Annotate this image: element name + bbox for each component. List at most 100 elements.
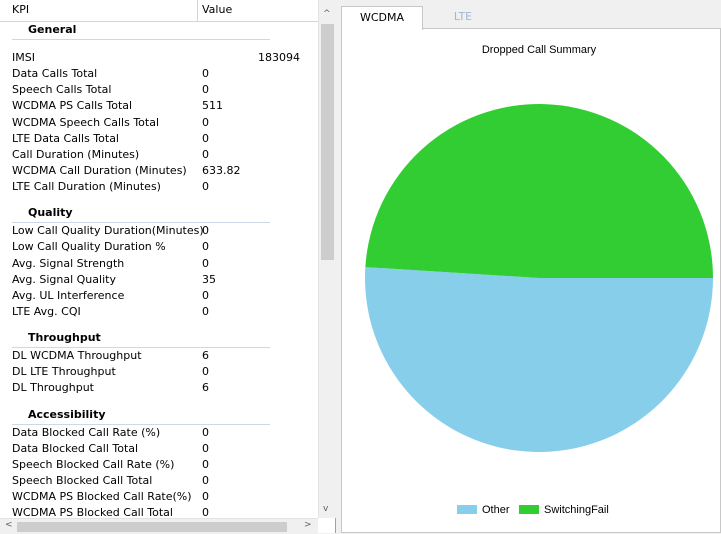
table-row[interactable]: LTE Call Duration (Minutes) 0	[0, 179, 318, 195]
table-row[interactable]: Avg. Signal Strength 0	[0, 256, 318, 272]
group-header[interactable]: Throughput	[0, 330, 318, 349]
table-row[interactable]: Avg. Signal Quality 35	[0, 272, 318, 288]
kpi-table-body: General IMSI 183094 Data Calls Total 0 Speech…	[0, 22, 318, 518]
table-row[interactable]: WCDMA PS Blocked Call Total 0	[0, 505, 318, 518]
table-row[interactable]: LTE Avg. CQI 0	[0, 304, 318, 320]
kpi-value: 0	[202, 115, 209, 129]
table-row[interactable]: Low Call Quality Duration(Minutes) 0	[0, 223, 318, 239]
kpi-name: IMSI	[12, 51, 35, 64]
kpi-name: Low Call Quality Duration %	[12, 240, 166, 254]
kpi-name: LTE Data Calls Total	[12, 131, 119, 145]
kpi-value: 0	[202, 304, 209, 318]
kpi-name: Low Call Quality Duration(Minutes)	[12, 224, 204, 238]
table-row[interactable]: Data Calls Total 0	[0, 66, 318, 82]
kpi-name: Avg. Signal Strength	[12, 256, 125, 270]
value-header-label: Value	[202, 3, 233, 16]
kpi-value: 0	[202, 256, 209, 270]
kpi-value: 6	[202, 349, 209, 363]
kpi-header-label: KPI	[12, 3, 30, 16]
kpi-name: Avg. UL Interference	[12, 288, 125, 302]
scroll-right-icon[interactable]: >	[304, 520, 312, 530]
table-row[interactable]: Data Blocked Call Rate (%) 0	[0, 425, 318, 441]
scroll-up-icon[interactable]: ^	[323, 9, 331, 19]
kpi-name: DL Throughput	[12, 381, 94, 395]
dropped-call-pie-chart: Dropped Call Summary Other SwitchingFail	[365, 44, 713, 516]
vertical-scroll-thumb[interactable]	[321, 24, 334, 260]
kpi-name: LTE Call Duration (Minutes)	[12, 180, 161, 194]
kpi-value: 0	[202, 67, 209, 81]
kpi-table-header: KPI Value	[0, 0, 318, 22]
kpi-value: 511	[202, 99, 223, 113]
group-title: Quality	[28, 206, 73, 220]
kpi-value: 0	[202, 441, 209, 455]
kpi-value: 0	[202, 506, 209, 518]
table-row[interactable]: Data Blocked Call Total 0	[0, 441, 318, 457]
value-column-header[interactable]: Value	[198, 0, 318, 21]
table-row[interactable]: Speech Blocked Call Total 0	[0, 473, 318, 489]
kpi-name: Speech Blocked Call Rate (%)	[12, 457, 175, 471]
kpi-name: Avg. Signal Quality	[12, 272, 116, 286]
table-row[interactable]: WCDMA PS Blocked Call Rate(%) 0	[0, 489, 318, 505]
group-title: Throughput	[28, 331, 101, 345]
group-divider	[12, 39, 270, 40]
table-row[interactable]: DL Throughput 6	[0, 380, 318, 396]
table-row[interactable]: Speech Blocked Call Rate (%) 0	[0, 457, 318, 473]
table-row[interactable]: WCDMA PS Calls Total 511	[0, 98, 318, 114]
table-row[interactable]: WCDMA Call Duration (Minutes) 633.82	[0, 163, 318, 179]
table-row[interactable]: Speech Calls Total 0	[0, 82, 318, 98]
kpi-value: 0	[202, 180, 209, 194]
kpi-name: Speech Calls Total	[12, 83, 112, 97]
pie-slice-other[interactable]	[365, 267, 713, 453]
table-row[interactable]: Avg. UL Interference 0	[0, 288, 318, 304]
table-row[interactable]: IMSI 183094	[0, 50, 318, 66]
kpi-name: DL WCDMA Throughput	[12, 349, 142, 363]
kpi-value: 0	[202, 365, 209, 379]
scroll-down-icon[interactable]: v	[323, 504, 328, 514]
kpi-name: LTE Avg. CQI	[12, 304, 81, 318]
horizontal-scroll-thumb[interactable]	[17, 522, 287, 532]
kpi-value: 0	[202, 490, 209, 504]
tab-lte[interactable]: LTE	[423, 6, 503, 28]
kpi-name: WCDMA PS Blocked Call Rate(%)	[12, 490, 192, 504]
legend-label-switchingfail: SwitchingFail	[544, 504, 609, 516]
kpi-value: 0	[202, 425, 209, 439]
table-row[interactable]: WCDMA Speech Calls Total 0	[0, 115, 318, 131]
tab-wcdma[interactable]: WCDMA	[341, 6, 423, 30]
chart-panel: WCDMA LTE Dropped Call Summary Other Swit…	[337, 0, 721, 533]
kpi-name: WCDMA Call Duration (Minutes)	[12, 163, 187, 177]
table-row[interactable]: DL WCDMA Throughput 6	[0, 348, 318, 364]
group-header[interactable]: Accessibility	[0, 407, 318, 425]
kpi-name: Data Calls Total	[12, 67, 98, 81]
kpi-name: DL LTE Throughput	[12, 365, 116, 379]
table-row[interactable]: LTE Data Calls Total 0	[0, 131, 318, 147]
kpi-value: 0	[202, 83, 209, 97]
chart-area: Dropped Call Summary Other SwitchingFail	[341, 28, 721, 533]
group-title: General	[28, 23, 77, 36]
table-row[interactable]: DL LTE Throughput 0	[0, 364, 318, 380]
kpi-name: Data Blocked Call Total	[12, 441, 139, 455]
legend-label-other: Other	[482, 504, 510, 516]
kpi-column-header[interactable]: KPI	[0, 0, 198, 21]
scroll-left-icon[interactable]: <	[5, 520, 13, 530]
vertical-scrollbar[interactable]: ^ v	[318, 0, 336, 518]
pie-slice-switchingfail[interactable]	[365, 104, 713, 278]
group-header[interactable]: General	[0, 22, 318, 40]
kpi-value: 6	[202, 381, 209, 395]
horizontal-scrollbar[interactable]: < >	[0, 518, 318, 534]
table-row[interactable]: Call Duration (Minutes) 0	[0, 147, 318, 163]
kpi-value: 633.82	[202, 163, 241, 177]
kpi-value: 0	[202, 240, 209, 254]
kpi-name: Speech Blocked Call Total	[12, 473, 153, 487]
legend-swatch-switchingfail	[519, 505, 539, 514]
legend-swatch-other	[457, 505, 477, 514]
kpi-value: 0	[202, 147, 209, 161]
kpi-value: 0	[202, 288, 209, 302]
kpi-value: 0	[202, 131, 209, 145]
group-header[interactable]: Quality	[0, 205, 318, 224]
kpi-name: WCDMA Speech Calls Total	[12, 115, 160, 129]
kpi-value: 183094	[258, 51, 300, 64]
kpi-value: 0	[202, 473, 209, 487]
table-row[interactable]: Low Call Quality Duration % 0	[0, 239, 318, 255]
